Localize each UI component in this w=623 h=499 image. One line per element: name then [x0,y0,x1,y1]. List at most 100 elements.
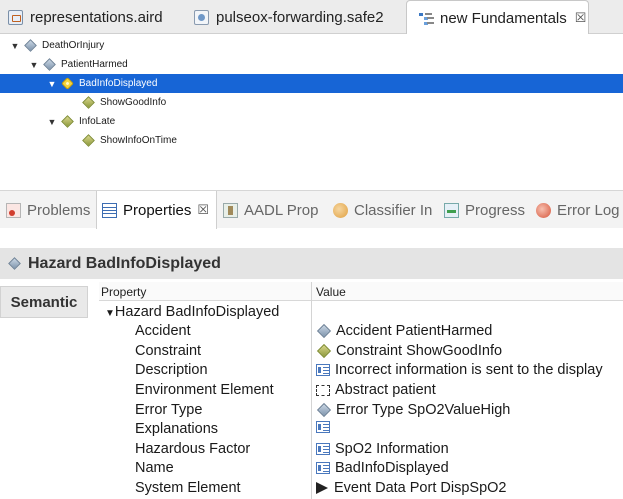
tab-label: Error Log [557,201,620,219]
accident-icon [316,323,332,339]
property-key: Hazardous Factor [135,441,251,457]
text-icon [316,421,330,433]
column-header-value[interactable]: Value [316,285,346,299]
expand-toggle-icon[interactable]: ▼ [10,41,20,51]
table-row[interactable]: Constraint Constraint ShowGoodInfo [99,341,623,361]
tab-label: Problems [27,201,91,219]
tree-item-patientharmed[interactable]: ▼ PatientHarmed [0,55,623,74]
table-row[interactable]: System Element Event Data Port DispSpO2 [99,478,623,498]
value-text: Incorrect information is sent to the dis… [335,362,603,378]
table-row-group[interactable]: ▼Hazard BadInfoDisplayed [99,302,623,322]
property-key: Error Type [135,402,203,418]
value-text: Error Type SpO2ValueHigh [336,402,511,418]
tree-item-badinfodisplayed[interactable]: ▼ BadInfoDisplayed [0,74,623,93]
tab-classifier-information[interactable]: Classifier In [333,191,432,229]
table-row[interactable]: Accident Accident PatientHarmed [99,321,623,341]
aadl-properties-icon [223,202,238,218]
property-key: Environment Element [135,382,274,398]
table-row[interactable]: Explanations [99,419,623,439]
expand-toggle-icon[interactable]: ▼ [29,60,39,70]
properties-title-bar: Hazard BadInfoDisplayed [0,248,623,279]
aird-file-icon [8,9,23,25]
value-text: Abstract patient [335,382,436,398]
error-log-icon [536,202,551,218]
table-row[interactable]: Hazardous Factor SpO2 Information [99,439,623,459]
editor-tab-bar: representations.aird pulseox-forwarding.… [0,0,623,35]
constraint-icon [82,134,95,147]
tree-item-showinfoontime[interactable]: ShowInfoOnTime [0,131,623,150]
tab-label: representations.aird [30,8,163,26]
text-icon [316,364,330,376]
tab-label: AADL Prop [244,201,319,219]
table-header: Property Value [99,282,623,301]
property-value: Incorrect information is sent to the dis… [316,362,603,378]
event-data-port-icon [316,482,328,494]
tree-item-label: InfoLate [79,116,116,127]
property-value: SpO2 Information [316,441,449,457]
value-text: Event Data Port DispSpO2 [334,480,507,496]
table-row[interactable]: Environment Element Abstract patient [99,380,623,400]
property-value: BadInfoDisplayed [316,460,449,476]
tab-new-fundamentals[interactable]: new Fundamentals ☒ [406,0,589,35]
tree-item-label: BadInfoDisplayed [79,78,158,89]
column-header-property[interactable]: Property [101,285,146,299]
value-text: SpO2 Information [335,441,449,457]
expand-toggle-icon[interactable]: ▼ [105,308,115,319]
error-type-icon [316,402,332,418]
property-value: Error Type SpO2ValueHigh [316,402,510,418]
tab-progress[interactable]: Progress [444,191,525,229]
tab-aadl-properties[interactable]: AADL Prop [223,191,318,229]
property-key: Explanations [135,421,219,437]
tab-label: new Fundamentals [440,9,567,27]
classifier-icon [333,202,348,218]
tab-problems[interactable]: Problems [6,191,90,229]
text-icon [316,462,330,474]
property-group: ▼Hazard BadInfoDisplayed [105,304,279,320]
properties-title: Hazard BadInfoDisplayed [28,254,221,272]
property-key: Accident [135,323,191,339]
table-row[interactable]: Description Incorrect information is sen… [99,360,623,380]
accident-icon [43,58,56,71]
property-value: Constraint ShowGoodInfo [316,343,502,359]
tab-semantic[interactable]: Semantic [0,286,88,318]
accident-icon [24,39,37,52]
property-key: Description [135,362,208,378]
property-value: Abstract patient [316,382,436,398]
gutter [88,282,99,499]
abstract-icon [316,384,330,396]
tab-representations-aird[interactable]: representations.aird [8,0,163,34]
tab-error-log[interactable]: Error Log [536,191,620,229]
text-icon [316,443,330,455]
property-key: Name [135,460,174,476]
safe2-file-icon [194,9,209,25]
tab-label: Properties [123,201,192,219]
tree-item-deathorinjury[interactable]: ▼ DeathOrInjury [0,36,623,55]
table-row[interactable]: Name BadInfoDisplayed [99,458,623,478]
hazard-icon [8,257,21,270]
tab-label: Classifier In [354,201,433,219]
problems-icon [6,202,21,218]
tree-item-label: DeathOrInjury [42,40,105,51]
hazard-icon [61,115,74,128]
value-text: BadInfoDisplayed [335,460,449,476]
tab-pulseox-forwarding-safe2[interactable]: pulseox-forwarding.safe2 [194,0,384,34]
fundamentals-tree-icon [418,11,433,26]
expand-toggle-icon[interactable]: ▼ [47,117,57,127]
tree-item-showgoodinfo[interactable]: ShowGoodInfo [0,93,623,112]
property-value: Event Data Port DispSpO2 [316,480,506,496]
tab-properties[interactable]: Properties ☒ [96,191,217,229]
tree-item-label: ShowGoodInfo [100,97,167,108]
tree-item-infolate[interactable]: ▼ InfoLate [0,112,623,131]
expand-toggle-icon[interactable]: ▼ [47,79,57,89]
progress-icon [444,202,459,218]
properties-icon [102,202,117,218]
close-icon[interactable]: ☒ [575,10,587,26]
table-row[interactable]: Error Type Error Type SpO2ValueHigh [99,400,623,420]
constraint-icon [82,96,95,109]
tree-item-label: PatientHarmed [61,59,128,70]
property-value: Accident PatientHarmed [316,323,492,339]
tree-item-label: ShowInfoOnTime [100,135,177,146]
tab-label: pulseox-forwarding.safe2 [216,8,384,26]
property-value [316,421,335,433]
close-icon[interactable]: ☒ [197,202,209,218]
